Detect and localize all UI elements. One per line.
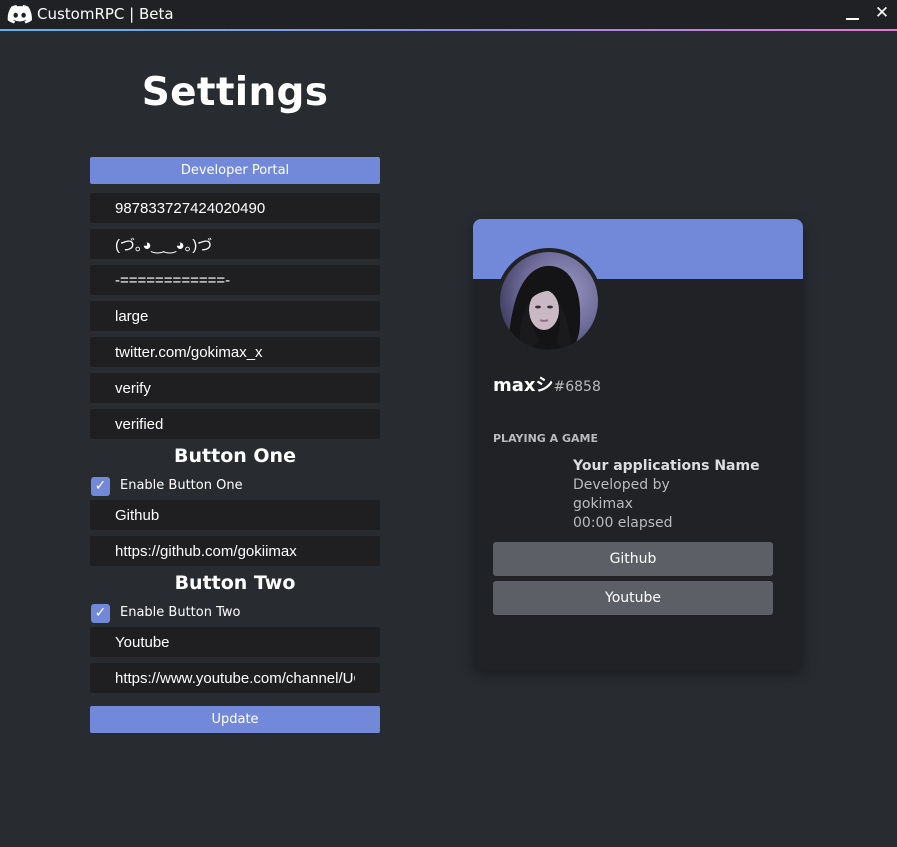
window-title: CustomRPC | Beta bbox=[37, 5, 174, 23]
activity-state: gokimax bbox=[573, 496, 633, 512]
details-field[interactable] bbox=[90, 229, 380, 259]
enable-button-one-row[interactable]: ✓ Enable Button One bbox=[91, 476, 351, 496]
preview-username: maxシ#6858 bbox=[493, 371, 601, 397]
button-one-url-field[interactable] bbox=[90, 536, 380, 566]
activity-header: PLAYING A GAME bbox=[493, 432, 598, 445]
close-icon[interactable]: ✕ bbox=[874, 3, 890, 23]
small-image-field[interactable] bbox=[90, 373, 380, 403]
discriminator-text: #6858 bbox=[553, 379, 601, 395]
page-title: Settings bbox=[141, 70, 329, 115]
title-bar: CustomRPC | Beta ✕ bbox=[0, 0, 897, 31]
avatar-image bbox=[500, 252, 598, 350]
preview-button-two[interactable]: Youtube bbox=[493, 581, 773, 615]
activity-details: Developed by bbox=[573, 477, 670, 493]
avatar-ring bbox=[496, 248, 602, 354]
developer-portal-button[interactable]: Developer Portal bbox=[90, 157, 380, 184]
title-bar-accent-line bbox=[0, 29, 897, 31]
enable-button-one-label: Enable Button One bbox=[120, 478, 243, 493]
button-two-label-field[interactable] bbox=[90, 627, 380, 657]
profile-preview-card: maxシ#6858 PLAYING A GAME Your applicatio… bbox=[473, 219, 803, 670]
enable-button-two-label: Enable Button Two bbox=[120, 605, 241, 620]
button-one-heading: Button One bbox=[174, 445, 296, 467]
enable-button-one-checkbox[interactable]: ✓ bbox=[91, 477, 110, 496]
enable-button-two-checkbox[interactable]: ✓ bbox=[91, 604, 110, 623]
minimize-icon[interactable] bbox=[844, 7, 862, 23]
button-two-heading: Button Two bbox=[174, 572, 296, 594]
small-text-field[interactable] bbox=[90, 409, 380, 439]
large-text-field[interactable] bbox=[90, 337, 380, 367]
discord-logo-icon bbox=[7, 5, 32, 24]
preview-button-one[interactable]: Github bbox=[493, 542, 773, 576]
large-image-field[interactable] bbox=[90, 301, 380, 331]
avatar bbox=[500, 252, 598, 350]
button-two-url-field[interactable] bbox=[90, 663, 380, 693]
enable-button-two-row[interactable]: ✓ Enable Button Two bbox=[91, 603, 351, 623]
update-button[interactable]: Update bbox=[90, 706, 380, 733]
button-one-label-field[interactable] bbox=[90, 500, 380, 530]
activity-app-name: Your applications Name bbox=[573, 458, 760, 474]
username-text: maxシ bbox=[493, 375, 554, 396]
activity-elapsed: 00:00 elapsed bbox=[573, 515, 673, 531]
client-id-field[interactable] bbox=[90, 193, 380, 223]
state-field[interactable] bbox=[90, 265, 380, 295]
